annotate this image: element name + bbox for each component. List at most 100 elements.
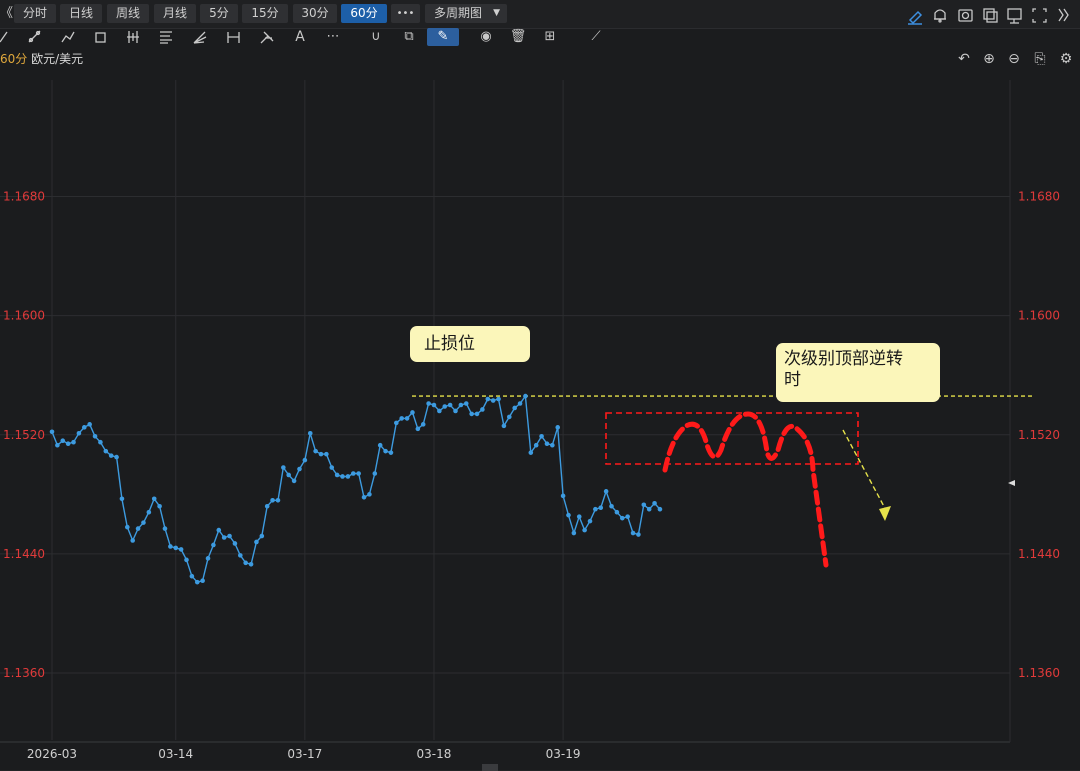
price-point — [619, 515, 625, 521]
price-point — [485, 396, 491, 402]
price-point — [200, 578, 205, 583]
reversal-note: 次级别顶部逆转 时 — [776, 343, 940, 402]
price-point — [566, 512, 571, 518]
price-point — [238, 553, 243, 558]
price-point — [415, 426, 421, 432]
price-point — [345, 474, 351, 479]
price-point — [652, 500, 657, 506]
price-point — [388, 450, 394, 455]
price-point — [275, 497, 281, 503]
price-point — [243, 560, 248, 566]
price-point — [286, 472, 292, 478]
price-point — [517, 401, 523, 406]
y-tick-label-left: 1.1600 — [3, 309, 45, 323]
price-point — [646, 506, 652, 512]
price-point — [630, 530, 636, 536]
price-point — [232, 541, 238, 546]
price-point — [507, 414, 512, 420]
price-point — [318, 451, 324, 457]
price-point — [254, 539, 259, 545]
price-point — [356, 471, 361, 476]
price-point — [87, 422, 92, 427]
price-point — [248, 562, 254, 567]
price-point — [625, 514, 630, 519]
price-point — [151, 496, 157, 502]
price-point — [555, 425, 561, 430]
price-point — [587, 518, 593, 524]
price-point — [383, 448, 388, 454]
price-point — [593, 506, 598, 512]
price-point — [458, 402, 464, 408]
price-point — [614, 509, 620, 515]
price-point — [528, 450, 534, 455]
bottom-scrollbar[interactable] — [482, 764, 498, 771]
price-point — [114, 454, 119, 460]
price-point — [474, 411, 480, 417]
price-point — [281, 465, 286, 470]
price-point — [65, 441, 71, 447]
x-tick-label: 03-18 — [417, 747, 452, 761]
price-point — [447, 402, 453, 408]
cursor-marker-icon — [1008, 480, 1015, 486]
price-point — [560, 493, 566, 499]
y-tick-label-right: 1.1680 — [1018, 190, 1060, 204]
price-point — [270, 497, 275, 503]
price-point — [178, 547, 184, 552]
price-point — [291, 478, 297, 484]
price-point — [324, 451, 329, 457]
x-tick-label: 2026-03 — [27, 747, 77, 761]
price-point — [367, 492, 372, 497]
price-point — [108, 453, 114, 458]
price-point — [307, 430, 313, 436]
price-point — [453, 408, 458, 414]
y-tick-label-left: 1.1360 — [3, 666, 45, 680]
y-axis-left: 1.1680 1.1600 1.1520 1.1440 1.1360 — [3, 190, 45, 680]
price-point — [399, 416, 405, 421]
price-point — [221, 535, 227, 540]
reversal-text-line2: 时 — [784, 370, 801, 390]
price-point — [394, 420, 399, 426]
price-point — [55, 442, 60, 448]
price-point — [76, 430, 82, 436]
x-tick-label: 03-17 — [287, 747, 322, 761]
price-point — [582, 527, 587, 533]
price-point — [313, 448, 318, 454]
price-point — [469, 411, 474, 417]
price-point — [420, 422, 426, 427]
price-point — [544, 441, 550, 447]
down-arrow — [842, 429, 891, 521]
price-point — [173, 545, 179, 551]
y-tick-label-left: 1.1680 — [3, 190, 45, 204]
price-point — [657, 506, 663, 512]
price-point — [259, 533, 265, 539]
price-point — [340, 474, 345, 479]
price-point — [437, 408, 442, 414]
price-point — [162, 526, 168, 531]
price-point — [501, 423, 507, 429]
price-point — [141, 520, 146, 525]
price-point — [463, 401, 469, 406]
x-axis: 2026-03 03-14 03-17 03-18 03-19 — [27, 747, 581, 761]
price-point — [302, 457, 308, 463]
price-point — [598, 505, 604, 511]
price-point — [205, 556, 211, 561]
price-point — [81, 425, 87, 430]
y-tick-label-left: 1.1440 — [3, 547, 45, 561]
price-point — [157, 503, 162, 509]
price-point — [227, 533, 232, 539]
price-point — [168, 544, 173, 549]
price-point — [103, 448, 109, 454]
price-point — [329, 465, 335, 470]
price-point — [49, 429, 55, 435]
price-point — [512, 405, 517, 411]
price-point — [135, 526, 141, 531]
y-tick-label-right: 1.1600 — [1018, 309, 1060, 323]
price-point — [550, 442, 555, 448]
price-point — [361, 495, 367, 500]
price-point — [211, 542, 216, 548]
y-axis-right: 1.1680 1.1600 1.1520 1.1440 1.1360 — [1018, 190, 1060, 680]
price-point — [609, 503, 614, 509]
price-point — [130, 538, 135, 543]
price-point — [71, 439, 76, 445]
price-point — [189, 573, 195, 579]
